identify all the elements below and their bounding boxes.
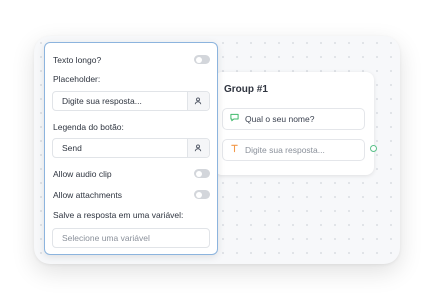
text-cursor-icon (230, 140, 239, 160)
user-icon (194, 144, 202, 152)
variable-select[interactable]: Selecione uma variável (52, 228, 210, 248)
long-text-toggle[interactable] (194, 55, 210, 64)
attachments-label: Allow attachments (53, 190, 122, 200)
placeholder-value: Digite sua resposta... (62, 96, 142, 106)
placeholder-label: Placeholder: (53, 74, 101, 84)
chat-bubble-icon (230, 109, 239, 129)
button-label-field[interactable]: Send (52, 138, 210, 158)
group-card[interactable]: Group #1 Qual o seu nome? Digite sua res… (214, 72, 374, 175)
save-variable-label: Salve a resposta em uma variável: (53, 210, 184, 220)
attachments-toggle[interactable] (194, 190, 210, 199)
variable-picker-button[interactable] (187, 139, 209, 157)
text-input-block[interactable]: Digite sua resposta... (222, 139, 365, 161)
settings-panel: Texto longo? Placeholder: Digite sua res… (44, 42, 218, 255)
group-output-connector[interactable] (370, 145, 377, 152)
user-icon (194, 97, 202, 105)
button-label-value: Send (62, 143, 82, 153)
block-text: Digite sua resposta... (245, 145, 325, 155)
text-bubble-block[interactable]: Qual o seu nome? (222, 108, 365, 130)
placeholder-field[interactable]: Digite sua resposta... (52, 91, 210, 111)
group-title: Group #1 (224, 84, 268, 95)
button-label-label: Legenda do botão: (53, 122, 124, 132)
audio-clip-label: Allow audio clip (53, 169, 112, 179)
long-text-label: Texto longo? (53, 55, 102, 65)
variable-select-placeholder: Selecione uma variável (62, 233, 150, 243)
audio-clip-toggle[interactable] (194, 169, 210, 178)
variable-picker-button[interactable] (187, 92, 209, 110)
block-text: Qual o seu nome? (245, 114, 315, 124)
